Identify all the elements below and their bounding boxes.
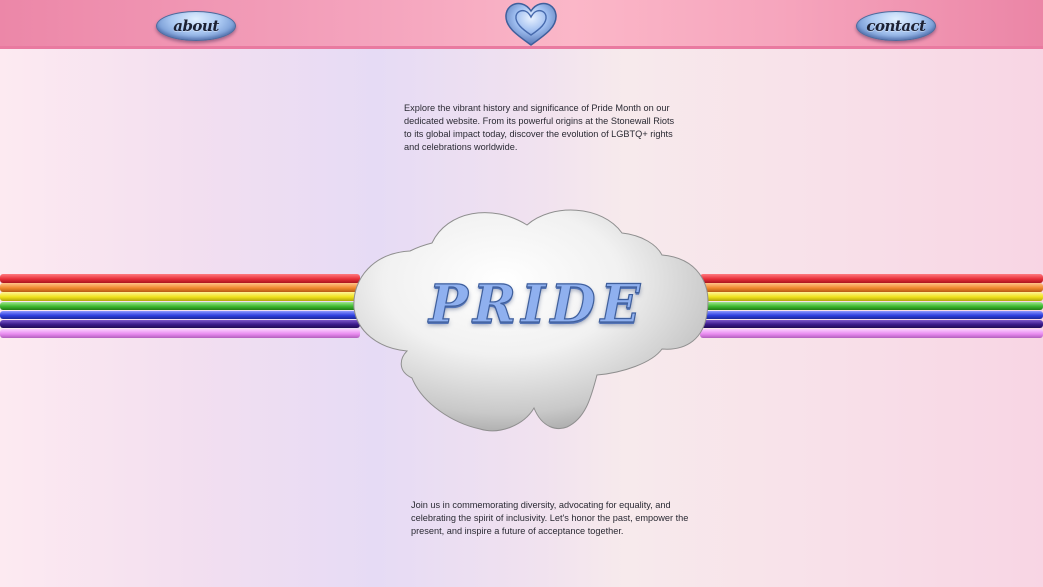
contact-button[interactable]: contact [856,11,936,41]
rainbow-stripes-right [700,274,1043,346]
pride-title: PRIDE [428,273,646,335]
top-navigation-bar: about contact [0,0,1043,49]
intro-paragraph: Explore the vibrant history and signific… [404,103,675,152]
contact-button-label: contact [866,17,926,35]
rainbow-stripes-left [0,274,360,346]
about-button-label: about [173,17,219,35]
about-button[interactable]: about [156,11,236,41]
heart-icon[interactable] [503,1,559,47]
closing-paragraph: Join us in commemorating diversity, advo… [411,500,689,536]
